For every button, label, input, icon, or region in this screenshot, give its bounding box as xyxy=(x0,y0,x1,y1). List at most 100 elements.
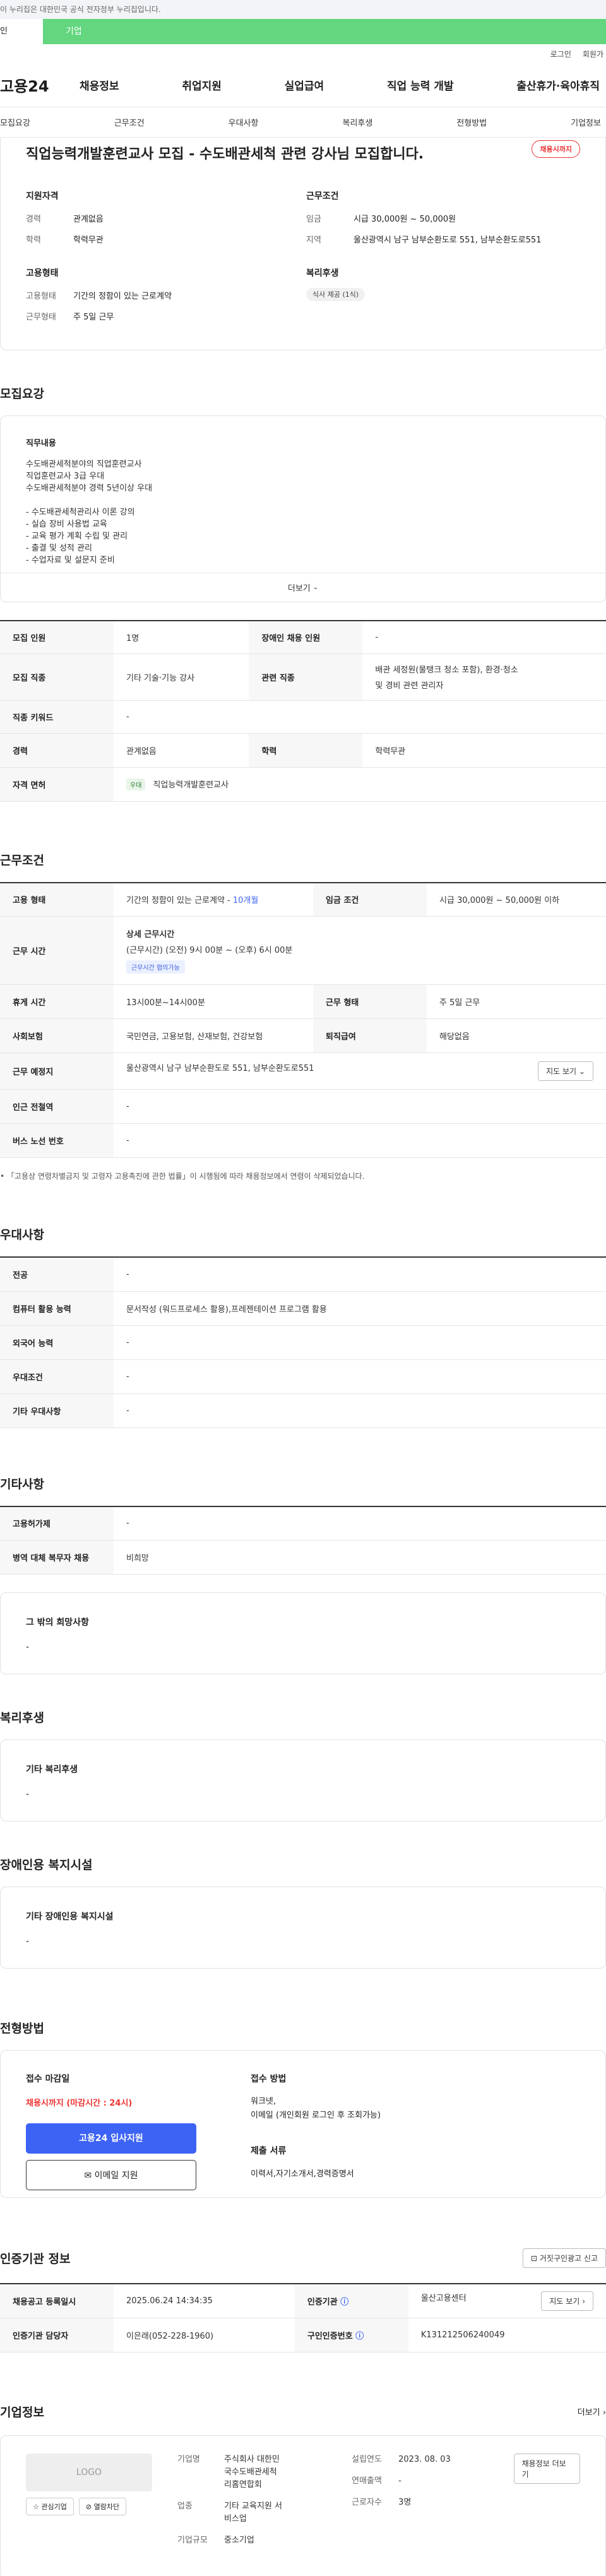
method-line: 워크넷, xyxy=(251,2097,276,2106)
workplace-address: 울산광역시 남구 남부순환도로 551, 남부순환도로551 xyxy=(126,1064,314,1073)
recruit-table: 모집 인원 1명 장애인 채용 인원 - 모집 직종 기타 기술·기능 강사 관… xyxy=(0,620,606,802)
block-view-button[interactable]: ⊘ 열람차단 xyxy=(78,2497,127,2515)
gov-row-right[interactable]: 기업 xyxy=(43,19,606,44)
main-content: 직업능력개발훈련교사 모집 - 수도배관세척 관련 강사님 모집합니다. 채용시… xyxy=(0,138,606,2576)
job-desc-line xyxy=(26,494,580,506)
docs-heading: 제출 서류 xyxy=(251,2146,287,2156)
industry-line: 기타 교육지원 서 xyxy=(224,2501,282,2511)
tab-conditions[interactable]: 근무조건 xyxy=(114,116,145,128)
emp-type-value: 기간의 정함이 있는 근로계약 xyxy=(73,292,172,301)
site-logo[interactable]: 고용24 xyxy=(0,74,80,96)
certify-map-button[interactable]: 지도 보기 › xyxy=(541,2291,593,2311)
job-desc-line: - 교육 평가 계획 수립 및 관리 xyxy=(26,532,128,541)
section-tabs: 모집요강 근무조건 우대사항 복리후생 전형방법 기업정보 xyxy=(0,107,606,138)
info-icon[interactable]: ⓘ xyxy=(340,2298,348,2307)
join-link[interactable]: 회원가 xyxy=(583,49,603,59)
welfare-chip: 식사 제공 (1식) xyxy=(306,288,365,301)
cell-value: - xyxy=(362,620,606,654)
company-name-line: 리홈연합회 xyxy=(224,2479,262,2490)
emp-type-label: 고용형태 xyxy=(26,292,56,301)
gnb-item-leave[interactable]: 출산휴가·육아휴직 xyxy=(516,77,600,93)
table-row: 모집 직종 기타 기술·기능 강사 관련 직종 배관 세정원(물탱크 청소 포함… xyxy=(0,653,606,701)
gnb-item-jobs[interactable]: 채용정보 xyxy=(80,77,119,93)
cell-value: 상세 근무시간 (근무시간) (오전) 9시 00분 ~ (오후) 6시 00분… xyxy=(114,916,606,985)
cell-label: 근무 시간 xyxy=(0,916,114,985)
education-value: 학력무관 xyxy=(73,236,104,245)
age-notice-text: 「고용상 연령차별금지 및 고령자 고용촉진에 관한 법률」이 시행됨에 따라 … xyxy=(6,1172,365,1181)
other-wishes-value: - xyxy=(26,1642,30,1652)
tab-recruit[interactable]: 모집요강 xyxy=(0,116,30,128)
cell-value: - xyxy=(114,1359,606,1394)
status-badge: 채용시까지 xyxy=(532,140,580,158)
docs-value: 이력서,자기소개서,경력증명서 xyxy=(251,2169,354,2179)
cell-label: 퇴직급여 xyxy=(313,1018,427,1053)
company-jobs-button[interactable]: 채용정보 더보기 xyxy=(513,2453,580,2484)
section-title-welfare: 복리후생 xyxy=(0,1711,44,1725)
cell-label: 사회보험 xyxy=(0,1018,114,1053)
info-icon[interactable]: ⓘ xyxy=(355,2332,364,2341)
disabled-facility-heading: 기타 장애인용 복지시설 xyxy=(26,1912,114,1922)
size-value: 중소기업 xyxy=(224,2535,254,2545)
cell-label: 직종 키워드 xyxy=(0,700,114,734)
certify-org-value: 울산고용센터 xyxy=(420,2293,466,2303)
login-link[interactable]: 로그인 xyxy=(550,49,571,59)
gov-row-left: 인 xyxy=(0,19,43,44)
method-heading: 접수 방법 xyxy=(251,2074,287,2084)
emp-period-highlight: 10개월 xyxy=(232,896,259,906)
cell-value: 학력무관 xyxy=(362,733,606,768)
block-icon: ⊘ xyxy=(85,2502,92,2511)
company-more-link[interactable]: 더보기 › xyxy=(578,2406,606,2418)
interest-company-button[interactable]: ☆ 관심기업 xyxy=(26,2497,74,2515)
table-row: 근무 시간 상세 근무시간 (근무시간) (오전) 9시 00분 ~ (오후) … xyxy=(0,916,606,985)
job-desc-heading: 직무내용 xyxy=(26,439,56,448)
cell-label: 우대조건 xyxy=(0,1359,114,1394)
certify-map-label: 지도 보기 xyxy=(549,2296,580,2306)
map-button-label: 지도 보기 xyxy=(546,1067,577,1076)
conditions-table: 고용 형태 기간의 정함이 있는 근로계약 - 10개월 임금 조건 시급 30… xyxy=(0,881,606,1158)
welfare-card-value: - xyxy=(26,1789,30,1799)
job-desc-line: 수도배관세척분야의 직업훈련교사 xyxy=(26,460,142,469)
certify-number-label: 구인인증번호 xyxy=(307,2331,353,2341)
related-job-line: 및 경비 관련 관리자 xyxy=(375,681,444,691)
table-row: 직종 키워드 - xyxy=(0,700,606,734)
table-row: 기타 우대사항 - xyxy=(0,1393,606,1428)
welfare-card: 기타 복리후생 - xyxy=(0,1739,606,1822)
more-button[interactable]: 더보기 ⌄ xyxy=(1,573,605,602)
cell-value: - xyxy=(114,1256,606,1292)
region-value: 울산광역시 남구 남부순환도로 551, 남부순환도로551 xyxy=(354,236,542,245)
cell-value: - xyxy=(114,1123,606,1158)
certify-table: 채용공고 등록일시 2025.06.24 14:34:35 인증기관 ⓘ 울산고… xyxy=(0,2283,606,2352)
age-notice: • 「고용상 연령차별금지 및 고령자 고용촉진에 관한 법률」이 시행됨에 따… xyxy=(0,1172,365,1181)
gnb-item-unemployment-benefit[interactable]: 실업급여 xyxy=(285,77,324,93)
cell-label: 외국어 능력 xyxy=(0,1325,114,1360)
work-hours-chip: 근무시간 협의가능 xyxy=(126,960,185,974)
gnb-item-employment-support[interactable]: 취업지원 xyxy=(182,77,222,93)
cell-label: 학력 xyxy=(249,733,363,768)
tab-welfare[interactable]: 복리후생 xyxy=(342,116,372,128)
region-label: 지역 xyxy=(306,236,321,245)
job-desc-line: - 수도배관세척관리사 이론 강의 xyxy=(26,508,135,517)
cell-value: - xyxy=(114,1325,606,1360)
section-title-recruit: 모집요강 xyxy=(0,387,44,401)
email-apply-button[interactable]: ✉ 이메일 지원 xyxy=(26,2160,196,2190)
tab-company[interactable]: 기업정보 xyxy=(571,116,601,128)
section-title-preference: 우대사항 xyxy=(0,1228,44,1242)
report-fake-ad-button[interactable]: ⊡ 거짓구인광고 신고 xyxy=(522,2248,606,2268)
tab-apply[interactable]: 전형방법 xyxy=(456,116,487,128)
map-button[interactable]: 지도 보기 ⌄ xyxy=(538,1061,593,1081)
cell-label: 전공 xyxy=(0,1256,114,1292)
gnb-item-skills[interactable]: 직업 능력 개발 xyxy=(387,77,454,93)
cell-label: 관련 직종 xyxy=(249,653,363,701)
founded-label: 설립연도 xyxy=(352,2454,382,2464)
career-label: 경력 xyxy=(26,215,41,224)
cell-value: 기간의 정함이 있는 근로계약 - 10개월 xyxy=(114,881,314,917)
apply-button[interactable]: 고용24 입사지원 xyxy=(26,2123,196,2154)
section-title-disabled: 장애인용 복지시설 xyxy=(0,1858,93,1872)
cell-label: 채용공고 등록일시 xyxy=(0,2283,114,2318)
gov-row: 인 기업 xyxy=(0,19,606,44)
work-hours-heading: 상세 근무시간 xyxy=(126,930,175,939)
cell-value: 해당없음 xyxy=(427,1018,606,1053)
cell-value: 국민연금, 고용보험, 산재보험, 건강보험 xyxy=(114,1018,314,1053)
cell-value: 주 5일 근무 xyxy=(427,984,606,1019)
tab-preference[interactable]: 우대사항 xyxy=(229,116,259,128)
